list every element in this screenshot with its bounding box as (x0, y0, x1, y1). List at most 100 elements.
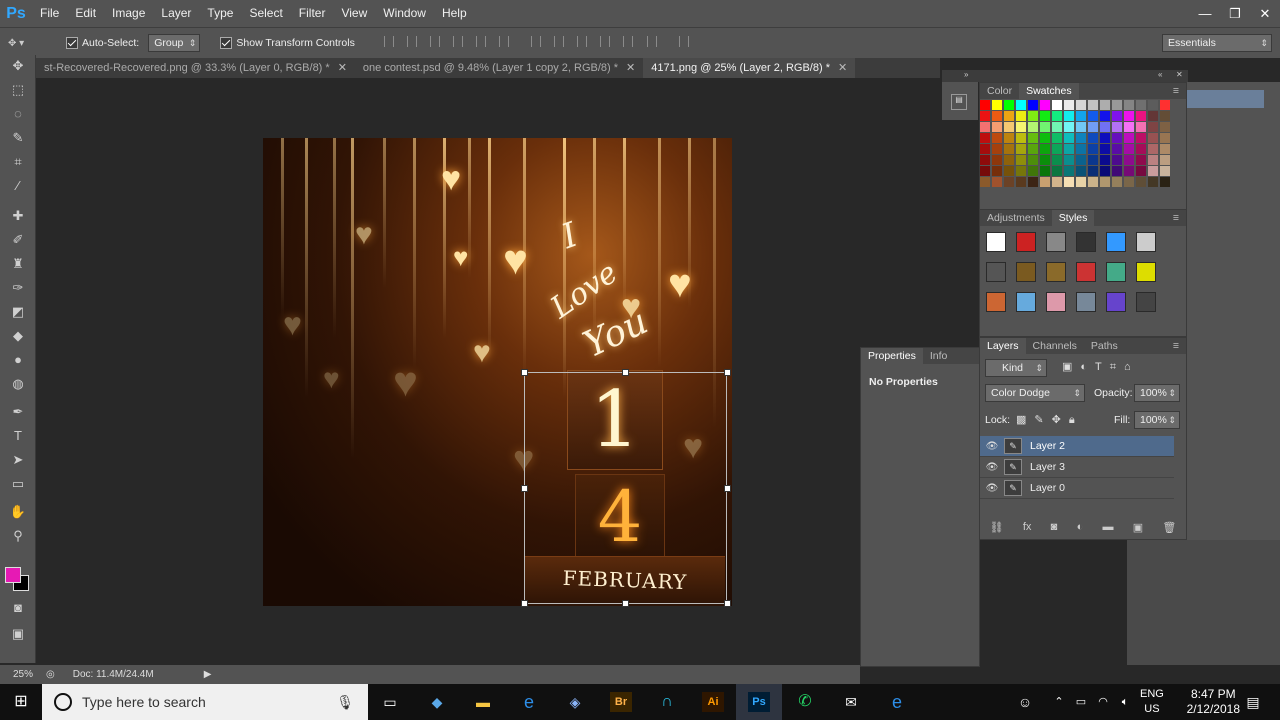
color-swatch[interactable] (1028, 100, 1038, 110)
style-preset[interactable] (1106, 232, 1126, 252)
color-swatch[interactable] (1100, 133, 1110, 143)
color-swatch[interactable] (1004, 111, 1014, 121)
marquee-tool-icon[interactable]: ⬚ (9, 81, 27, 99)
color-swatch[interactable] (980, 100, 990, 110)
edge-icon[interactable]: e (886, 692, 908, 712)
tab-layers[interactable]: Layers (980, 338, 1026, 354)
show-transform-checkbox[interactable] (220, 37, 233, 49)
color-swatch[interactable] (992, 133, 1002, 143)
color-swatch[interactable] (1124, 111, 1134, 121)
color-swatch[interactable] (1148, 133, 1158, 143)
color-swatch[interactable] (1016, 177, 1026, 187)
color-swatch[interactable] (1124, 133, 1134, 143)
tab-info[interactable]: Info (923, 348, 955, 364)
expand-icon[interactable]: » (964, 70, 968, 79)
align-right-icon[interactable] (499, 36, 510, 47)
notifications-icon[interactable]: ▤ (1242, 692, 1264, 712)
panel-menu-icon[interactable]: ≡ (1166, 338, 1186, 354)
blend-mode-dropdown[interactable]: Color Dodge (985, 384, 1085, 402)
opacity-field[interactable]: 100% (1134, 384, 1180, 402)
color-swatch[interactable] (1124, 100, 1134, 110)
color-swatch[interactable] (1124, 155, 1134, 165)
color-swatch[interactable] (1148, 166, 1158, 176)
color-swatch[interactable] (1076, 122, 1086, 132)
style-preset[interactable] (1016, 292, 1036, 312)
lasso-tool-icon[interactable]: ◌ (9, 105, 27, 123)
color-swatch[interactable] (1052, 133, 1062, 143)
transform-handle-b[interactable] (622, 600, 629, 607)
tab-adjustments[interactable]: Adjustments (980, 210, 1052, 226)
color-swatch[interactable] (1088, 144, 1098, 154)
color-swatch[interactable] (1112, 133, 1122, 143)
color-swatch[interactable] (1088, 155, 1098, 165)
color-swatch[interactable] (980, 166, 990, 176)
color-swatch[interactable] (1136, 122, 1146, 132)
color-swatch[interactable] (1100, 177, 1110, 187)
color-swatch[interactable] (1160, 122, 1170, 132)
volume-icon[interactable]: 🔈︎ (1114, 692, 1136, 712)
eraser-tool-icon[interactable]: ◩ (9, 303, 27, 321)
style-preset[interactable] (986, 232, 1006, 252)
color-swatch[interactable] (1028, 166, 1038, 176)
distribute-left-icon[interactable] (600, 36, 611, 47)
color-swatch[interactable] (1028, 144, 1038, 154)
color-swatch[interactable] (1088, 177, 1098, 187)
color-swatch[interactable] (980, 111, 990, 121)
hand-tool-icon[interactable]: ✋ (9, 503, 27, 521)
color-swatch[interactable] (980, 133, 990, 143)
color-swatch[interactable] (1076, 177, 1086, 187)
add-mask-icon[interactable]: ◙ (1051, 521, 1058, 533)
transform-handle-t[interactable] (622, 369, 629, 376)
color-swatch[interactable] (1124, 122, 1134, 132)
color-swatch[interactable] (1004, 177, 1014, 187)
color-swatch[interactable] (1088, 133, 1098, 143)
transform-handle-l[interactable] (521, 485, 528, 492)
eyedropper-tool-icon[interactable]: ⁄ (9, 177, 27, 195)
pen-tool-icon[interactable]: ✒ (9, 403, 27, 421)
swatch-grid[interactable] (980, 100, 1171, 187)
menu-view[interactable]: View (333, 0, 375, 27)
close-tab-icon[interactable]: ✕ (626, 62, 635, 74)
distribute-bottom-icon[interactable] (577, 36, 588, 47)
color-swatch[interactable] (1148, 144, 1158, 154)
menu-image[interactable]: Image (104, 0, 153, 27)
style-preset[interactable] (986, 262, 1006, 282)
mail-icon[interactable]: ✉ (840, 692, 862, 712)
auto-align-icon[interactable] (678, 36, 689, 47)
align-left-icon[interactable] (453, 36, 464, 47)
style-preset[interactable] (1046, 232, 1066, 252)
color-swatch[interactable] (992, 111, 1002, 121)
transform-handle-r[interactable] (724, 485, 731, 492)
menu-type[interactable]: Type (199, 0, 241, 27)
color-swatch[interactable] (980, 144, 990, 154)
color-swatch[interactable] (1160, 100, 1170, 110)
screen-mode-icon[interactable]: ▣ (9, 625, 27, 643)
collapsed-panel-tab[interactable] (1187, 90, 1264, 108)
style-preset[interactable] (1076, 292, 1096, 312)
menu-file[interactable]: File (32, 0, 67, 27)
color-swatch[interactable] (1016, 100, 1026, 110)
align-vcenter-icon[interactable] (406, 36, 417, 47)
app-icon[interactable]: ∩ (656, 692, 678, 712)
style-preset[interactable] (1106, 292, 1126, 312)
color-swatch[interactable] (1052, 100, 1062, 110)
color-swatch[interactable] (1076, 144, 1086, 154)
color-swatch[interactable] (1088, 100, 1098, 110)
panel-menu-icon[interactable]: ≡ (1166, 83, 1186, 99)
color-swatch[interactable] (1040, 133, 1050, 143)
foreground-color-swatch[interactable] (5, 567, 21, 583)
color-swatch[interactable] (1004, 100, 1014, 110)
whatsapp-icon[interactable]: ✆ (794, 692, 816, 712)
style-preset[interactable] (1016, 262, 1036, 282)
style-preset[interactable] (1016, 232, 1036, 252)
color-swatch[interactable] (1088, 111, 1098, 121)
color-swatch[interactable] (1064, 166, 1074, 176)
color-swatch[interactable] (1112, 155, 1122, 165)
color-swatch[interactable] (1148, 111, 1158, 121)
style-preset[interactable] (986, 292, 1006, 312)
language-indicator[interactable]: ENG US (1140, 687, 1164, 717)
panel-collapse-bar[interactable]: » « ✕ (942, 70, 1188, 82)
layer-kind-filter[interactable]: Kind (985, 359, 1047, 377)
color-swatch[interactable] (1052, 144, 1062, 154)
color-swatch[interactable] (1100, 155, 1110, 165)
